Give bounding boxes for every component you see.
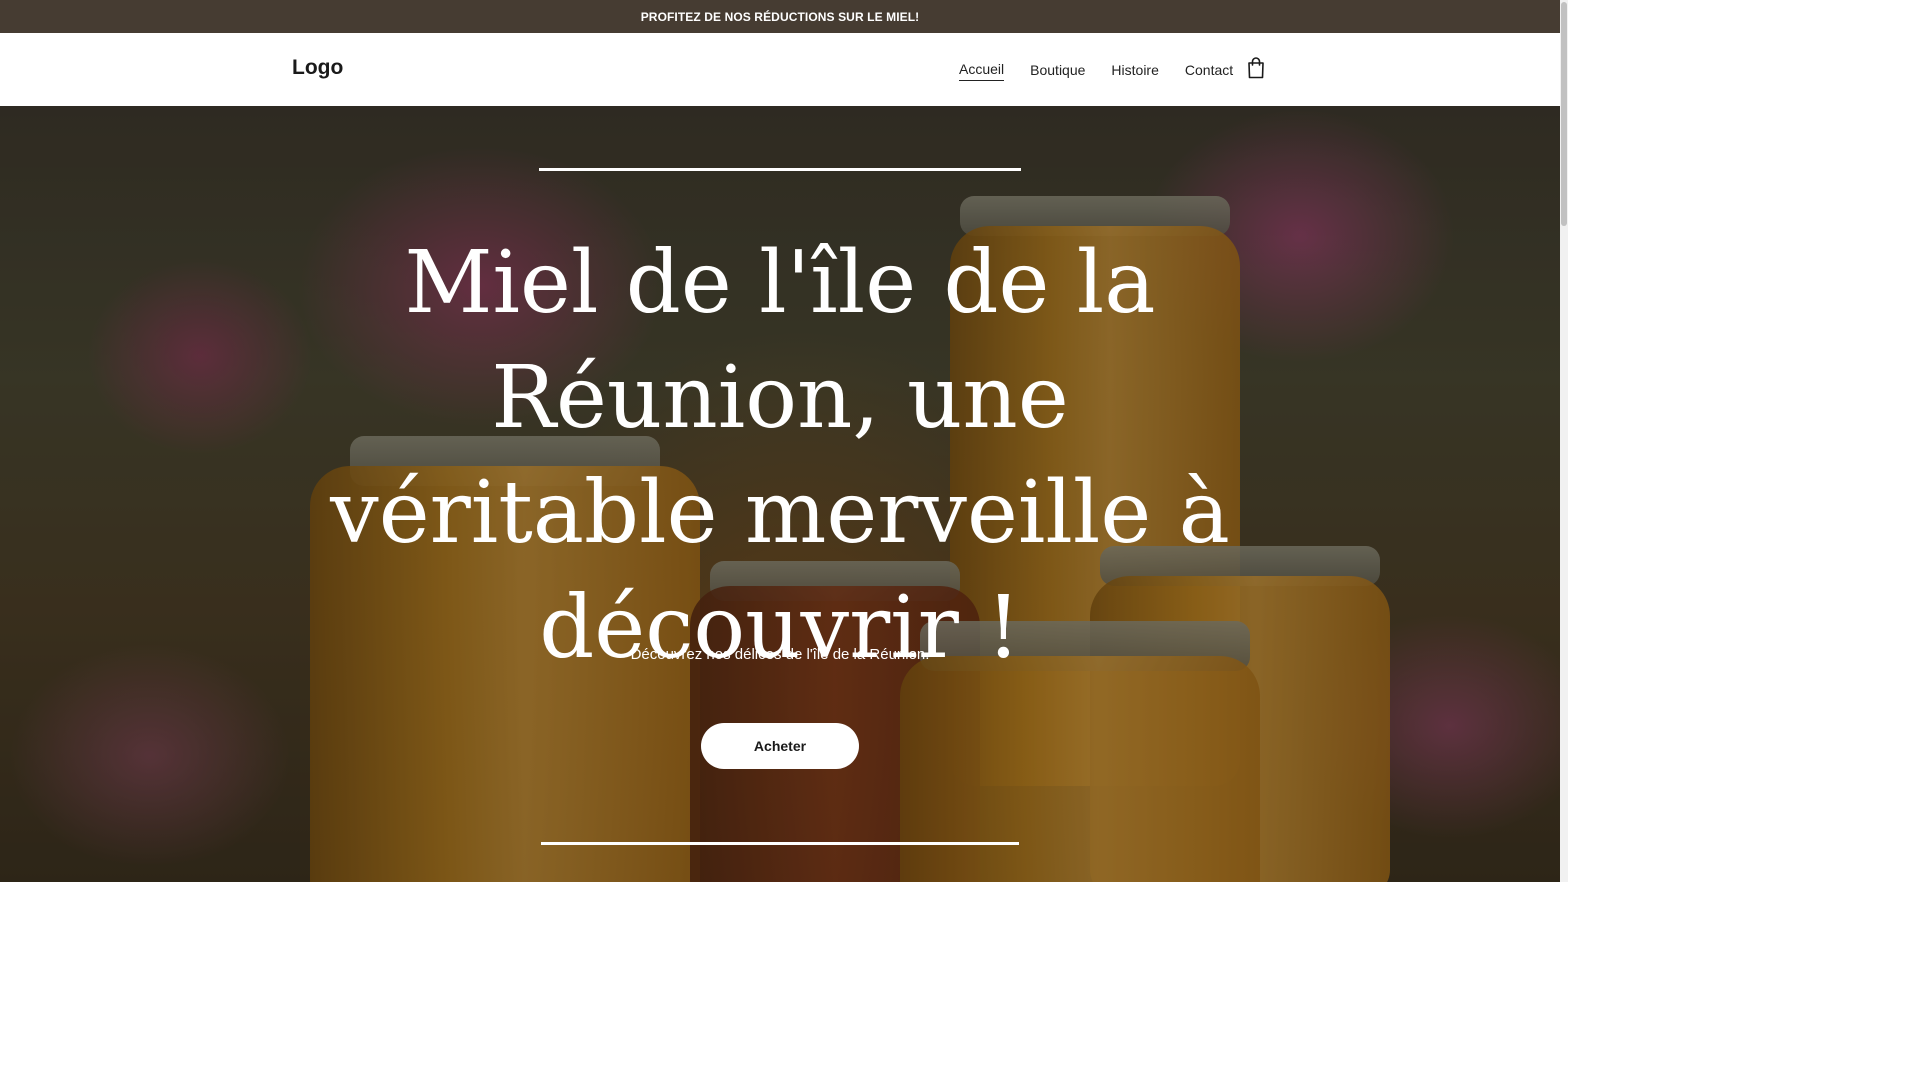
hero-divider-bottom <box>541 842 1019 845</box>
scrollbar-thumb[interactable] <box>1561 2 1567 226</box>
announcement-bar: PROFITEZ DE NOS RÉDUCTIONS SUR LE MIEL! <box>0 0 1560 33</box>
announcement-text: PROFITEZ DE NOS RÉDUCTIONS SUR LE MIEL! <box>640 9 920 24</box>
hero-subtitle: Découvrez nos délices de l'île de la Réu… <box>630 646 930 663</box>
nav-item-boutique[interactable]: Boutique <box>1030 61 1085 81</box>
nav-item-accueil[interactable]: Accueil <box>959 60 1005 81</box>
nav-item-histoire[interactable]: Histoire <box>1111 61 1158 81</box>
logo[interactable]: Logo <box>292 56 343 80</box>
hero-title: Miel de l'île de la Réunion, une véritab… <box>330 233 1230 678</box>
nav-item-contact[interactable]: Contact <box>1185 61 1233 81</box>
shopping-bag-icon[interactable] <box>1246 57 1266 79</box>
hero-divider-top <box>539 168 1021 171</box>
buy-button[interactable]: Acheter <box>701 723 859 769</box>
main-nav: Accueil Boutique Histoire Contact <box>959 60 1259 81</box>
page: PROFITEZ DE NOS RÉDUCTIONS SUR LE MIEL! … <box>0 0 1568 882</box>
site-header: Logo Accueil Boutique Histoire Contact <box>0 33 1560 106</box>
hero-section: Miel de l'île de la Réunion, une véritab… <box>0 106 1560 882</box>
